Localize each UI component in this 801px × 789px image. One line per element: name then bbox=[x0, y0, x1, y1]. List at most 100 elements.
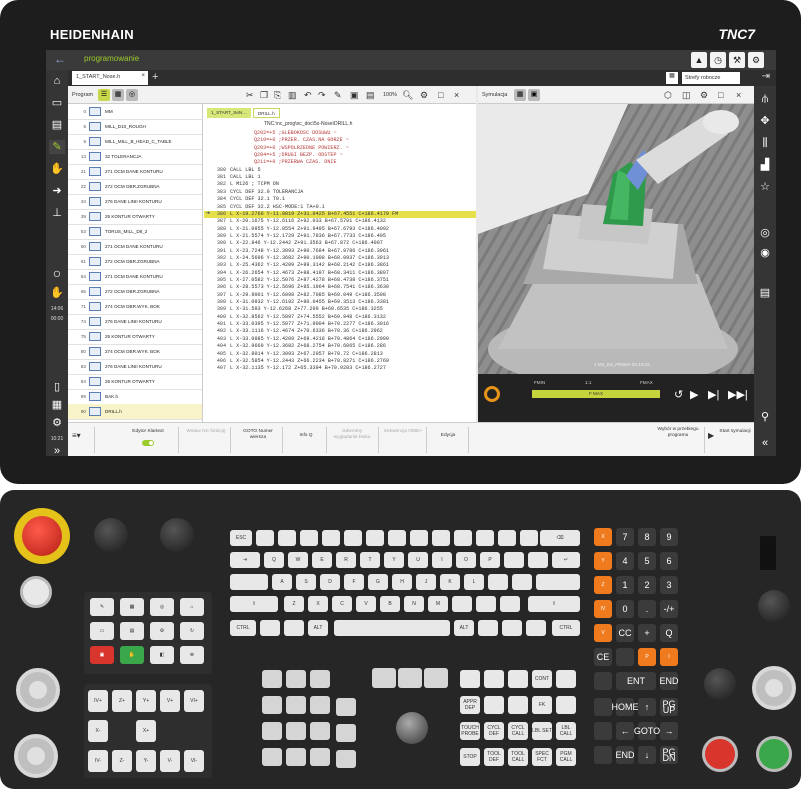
code-line[interactable]: Q202=+5 ;GLEBOKOSC DOSUWU ~ bbox=[204, 130, 476, 137]
user-icon[interactable]: ⚲ bbox=[757, 410, 773, 424]
tree-row[interactable]: 22 272 OCM OBR.ZGRUBNA bbox=[68, 179, 202, 194]
key-blank[interactable] bbox=[556, 670, 576, 688]
key-end[interactable]: END bbox=[616, 746, 635, 764]
arrow-left-icon[interactable]: ← bbox=[616, 722, 634, 740]
function-key-icon[interactable]: ↻ bbox=[180, 622, 204, 640]
menu-icon[interactable]: ≡▾ bbox=[72, 432, 81, 440]
tool-icon[interactable]: ⚒ bbox=[729, 52, 745, 68]
file-tab[interactable]: 1_START_Nose.h × bbox=[72, 71, 148, 85]
play-icon[interactable]: ▶ bbox=[690, 388, 698, 401]
tree-row[interactable]: 83 276 DANE LINII KONTURU bbox=[68, 359, 202, 374]
key-blank[interactable] bbox=[594, 698, 612, 716]
softkey-insert-nc[interactable]: Wstaw NC funkcję bbox=[184, 429, 228, 435]
search-icon[interactable]: 🔍︎ bbox=[402, 90, 413, 100]
key-blank[interactable] bbox=[508, 670, 528, 688]
key-alt[interactable]: ALT bbox=[308, 620, 328, 636]
key-letter[interactable]: N bbox=[404, 596, 424, 612]
expand-icon[interactable]: » bbox=[49, 444, 65, 456]
code-line[interactable]: Q203=+0 ;WSPOLRZEDNE POWIERZ. ~ bbox=[204, 145, 476, 152]
key-blank[interactable] bbox=[310, 748, 330, 766]
softkey-editor[interactable]: Edytor Klartext bbox=[120, 429, 176, 435]
layers-icon[interactable]: ◫ bbox=[682, 90, 691, 100]
code-line[interactable]: 382 L M126 ; TCPM ON bbox=[204, 181, 476, 188]
key-end[interactable]: END bbox=[660, 672, 679, 690]
step-icon[interactable]: ▶| bbox=[708, 388, 719, 401]
warning-icon[interactable]: ▲ bbox=[691, 52, 707, 68]
key-axis[interactable]: Y bbox=[594, 552, 612, 570]
arrow-up-icon[interactable]: ↑ bbox=[638, 698, 656, 716]
function-key-icon[interactable]: ▦ bbox=[120, 598, 144, 616]
key-blank[interactable] bbox=[372, 668, 396, 688]
key-blank[interactable] bbox=[616, 648, 634, 666]
function-key-icon[interactable]: ⚙ bbox=[150, 622, 174, 640]
key-nc[interactable]: SPEC FCT bbox=[532, 748, 552, 766]
doc-icon[interactable]: ▤ bbox=[757, 286, 773, 300]
code-line[interactable]: 407 L X-32.1135 Y-12.172 Z+65.3394 B+70.9… bbox=[204, 365, 476, 372]
key-blank[interactable] bbox=[476, 596, 496, 612]
spindle-override-dial[interactable] bbox=[14, 734, 58, 778]
key-blank[interactable] bbox=[388, 530, 406, 546]
tree-row[interactable]: 60 271 OCM DANE KONTURU bbox=[68, 239, 202, 254]
fast-forward-icon[interactable]: ▶▶| bbox=[728, 388, 748, 401]
key-axis[interactable]: IV bbox=[594, 600, 612, 618]
key-letter[interactable]: P bbox=[480, 552, 500, 568]
code-line[interactable]: 406 L X-32.5854 Y-12.2443 Z+66.2234 B+70.… bbox=[204, 358, 476, 365]
layout-select[interactable]: Strefy robocze bbox=[682, 72, 740, 84]
close-icon[interactable]: × bbox=[454, 90, 459, 100]
key-blank[interactable] bbox=[528, 552, 548, 568]
key-letter[interactable]: K bbox=[440, 574, 460, 590]
view-icon[interactable]: ▦ bbox=[514, 89, 526, 101]
axis-key[interactable]: Y+ bbox=[136, 690, 156, 712]
tree-row[interactable]: 89 BAK.h bbox=[68, 389, 202, 404]
knob[interactable] bbox=[94, 518, 128, 552]
key-digit[interactable]: 8 bbox=[638, 528, 656, 546]
code-line[interactable]: 401 L X-33.0395 Y-12.5077 Z+71.9004 B+70.… bbox=[204, 321, 476, 328]
key-letter[interactable]: M bbox=[428, 596, 448, 612]
tree-row[interactable]: 75 25 KONTUR OTWARTY bbox=[68, 329, 202, 344]
key-digit[interactable]: + bbox=[638, 624, 656, 642]
key-letter[interactable]: E bbox=[312, 552, 332, 568]
tree-row[interactable]: 84 25 KONTUR OTWARTY bbox=[68, 374, 202, 389]
key-letter[interactable]: Q bbox=[264, 552, 284, 568]
undo-icon[interactable]: ↶ bbox=[304, 90, 312, 100]
key-alt[interactable]: ALT bbox=[454, 620, 474, 636]
star-icon[interactable]: ☆ bbox=[757, 180, 773, 194]
key-letter[interactable]: U bbox=[408, 552, 428, 568]
cube-icon[interactable]: ⬡ bbox=[664, 90, 672, 100]
axis-key[interactable]: Z+ bbox=[112, 690, 132, 712]
key-blank[interactable] bbox=[286, 670, 306, 688]
code-line[interactable]: 384 CYCL DEF 32.1 T0.1 bbox=[204, 196, 476, 203]
key-pgdn[interactable]: PG DN bbox=[660, 746, 678, 764]
softkey-sequence[interactable]: Sekwencja OMD+ bbox=[382, 429, 424, 435]
knob[interactable] bbox=[704, 668, 736, 700]
code-line[interactable]: 383 CYCL DEF 32.0 TOLERANCJA bbox=[204, 189, 476, 196]
function-key-icon[interactable]: ⌂ bbox=[180, 598, 204, 616]
code-line[interactable]: 385 CYCL DEF 32.2 HSC-MODE:1 TA+0.1 bbox=[204, 204, 476, 211]
speed-slider[interactable]: F MAX bbox=[532, 390, 660, 398]
axis-key[interactable]: X- bbox=[88, 720, 108, 742]
key-ent[interactable]: ENT bbox=[616, 672, 656, 690]
code-line[interactable]: 404 L X-32.9669 Y-12.3682 Z+68.2754 B+70.… bbox=[204, 343, 476, 350]
softkey-goto[interactable]: GOTO Numer wiersza bbox=[236, 429, 280, 441]
key-blank[interactable] bbox=[410, 530, 428, 546]
axis-key[interactable]: VI+ bbox=[184, 690, 204, 712]
tree-row[interactable]: 53 TORUS_MILL_D8_2 bbox=[68, 224, 202, 239]
key-enter[interactable] bbox=[536, 574, 580, 590]
knob[interactable] bbox=[160, 518, 194, 552]
print-icon[interactable]: ▤ bbox=[366, 90, 375, 100]
key-letter[interactable]: Y bbox=[384, 552, 404, 568]
simulation-viewport[interactable]: 1 M3_D4_FR6MA 00:10:18 bbox=[478, 104, 754, 374]
key-blank[interactable] bbox=[460, 670, 480, 688]
hand-icon[interactable]: ✋ bbox=[49, 162, 65, 176]
key-letter[interactable]: L bbox=[464, 574, 484, 590]
key-tab[interactable]: ⇥ bbox=[230, 552, 260, 568]
key-digit[interactable]: 5 bbox=[638, 552, 656, 570]
breadcrumb-item[interactable]: 1_START_SeN… bbox=[207, 108, 251, 118]
key-blank[interactable] bbox=[432, 530, 450, 546]
tree-row[interactable]: 6 MILL_MILL_B_HEAD_C_TABLE bbox=[68, 134, 202, 149]
key-blank[interactable] bbox=[366, 530, 384, 546]
function-key-icon[interactable]: ✎ bbox=[90, 598, 114, 616]
key-switch[interactable] bbox=[760, 536, 776, 570]
softkey-start-sim[interactable]: Start symulacji bbox=[718, 429, 752, 435]
code-line[interactable]: 402 L X-33.1116 Y-12.4674 Z+70.6336 B+70.… bbox=[204, 328, 476, 335]
